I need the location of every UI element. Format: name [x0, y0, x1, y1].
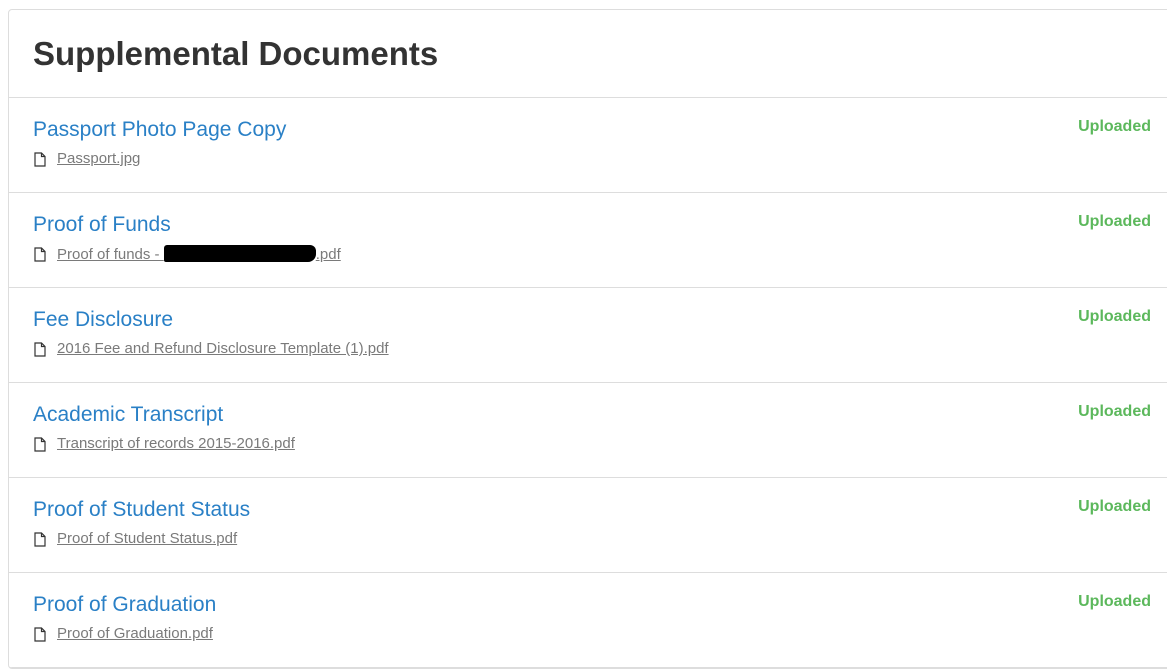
page-title: Supplemental Documents: [33, 35, 439, 72]
file-name: Passport.jpg: [57, 150, 141, 167]
document-file: Transcript of records 2015-2016.pdf: [33, 435, 295, 453]
file-name-prefix: Proof of funds -: [57, 246, 164, 263]
panel-header: Supplemental Documents: [9, 10, 1167, 98]
list-item: Proof of Student Status Proof of Student…: [9, 478, 1167, 573]
status-badge: Uploaded: [1078, 593, 1151, 610]
file-name: 2016 Fee and Refund Disclosure Template …: [57, 340, 389, 357]
document-title-link[interactable]: Proof of Graduation: [33, 592, 216, 618]
document-file: 2016 Fee and Refund Disclosure Template …: [33, 340, 389, 358]
status-badge: Uploaded: [1078, 118, 1151, 135]
document-list: Passport Photo Page Copy Passport.jpg Up…: [9, 98, 1167, 668]
document-title-link[interactable]: Fee Disclosure: [33, 307, 173, 333]
document-title-link[interactable]: Academic Transcript: [33, 402, 223, 428]
file-download-link[interactable]: Transcript of records 2015-2016.pdf: [57, 435, 295, 453]
file-icon: [34, 151, 46, 167]
document-file: Proof of Graduation.pdf: [33, 625, 213, 643]
file-name: Proof of Student Status.pdf: [57, 530, 238, 547]
file-download-link[interactable]: Proof of funds - .pdf: [57, 245, 341, 264]
redaction-block: [163, 245, 316, 262]
status-badge: Uploaded: [1078, 213, 1151, 230]
file-download-link[interactable]: 2016 Fee and Refund Disclosure Template …: [57, 340, 389, 358]
document-title-link[interactable]: Passport Photo Page Copy: [33, 117, 286, 143]
file-icon: [34, 626, 46, 642]
list-item: Proof of Graduation Proof of Graduation.…: [9, 573, 1167, 668]
document-title-link[interactable]: Proof of Funds: [33, 212, 171, 238]
file-download-link[interactable]: Proof of Student Status.pdf: [57, 530, 237, 548]
file-icon: [34, 341, 46, 357]
supplemental-documents-panel: Supplemental Documents Passport Photo Pa…: [8, 9, 1167, 669]
document-file: Proof of funds - .pdf: [33, 245, 341, 264]
file-icon: [34, 436, 46, 452]
list-item: Fee Disclosure 2016 Fee and Refund Discl…: [9, 288, 1167, 383]
file-name: Transcript of records 2015-2016.pdf: [57, 435, 295, 452]
file-icon: [34, 247, 46, 262]
file-name: Proof of Graduation.pdf: [57, 625, 213, 642]
status-badge: Uploaded: [1078, 498, 1151, 515]
list-item: Academic Transcript Transcript of record…: [9, 383, 1167, 478]
list-item: Proof of Funds Proof of funds - .pdf Upl…: [9, 193, 1167, 288]
file-download-link[interactable]: Proof of Graduation.pdf: [57, 625, 213, 643]
file-download-link[interactable]: Passport.jpg: [57, 150, 140, 168]
document-file: Proof of Student Status.pdf: [33, 530, 237, 548]
document-title-link[interactable]: Proof of Student Status: [33, 497, 250, 523]
list-item: Passport Photo Page Copy Passport.jpg Up…: [9, 98, 1167, 193]
status-badge: Uploaded: [1078, 403, 1151, 420]
file-name-suffix: .pdf: [315, 246, 341, 263]
document-file: Passport.jpg: [33, 150, 140, 168]
file-icon: [34, 531, 46, 547]
status-badge: Uploaded: [1078, 308, 1151, 325]
